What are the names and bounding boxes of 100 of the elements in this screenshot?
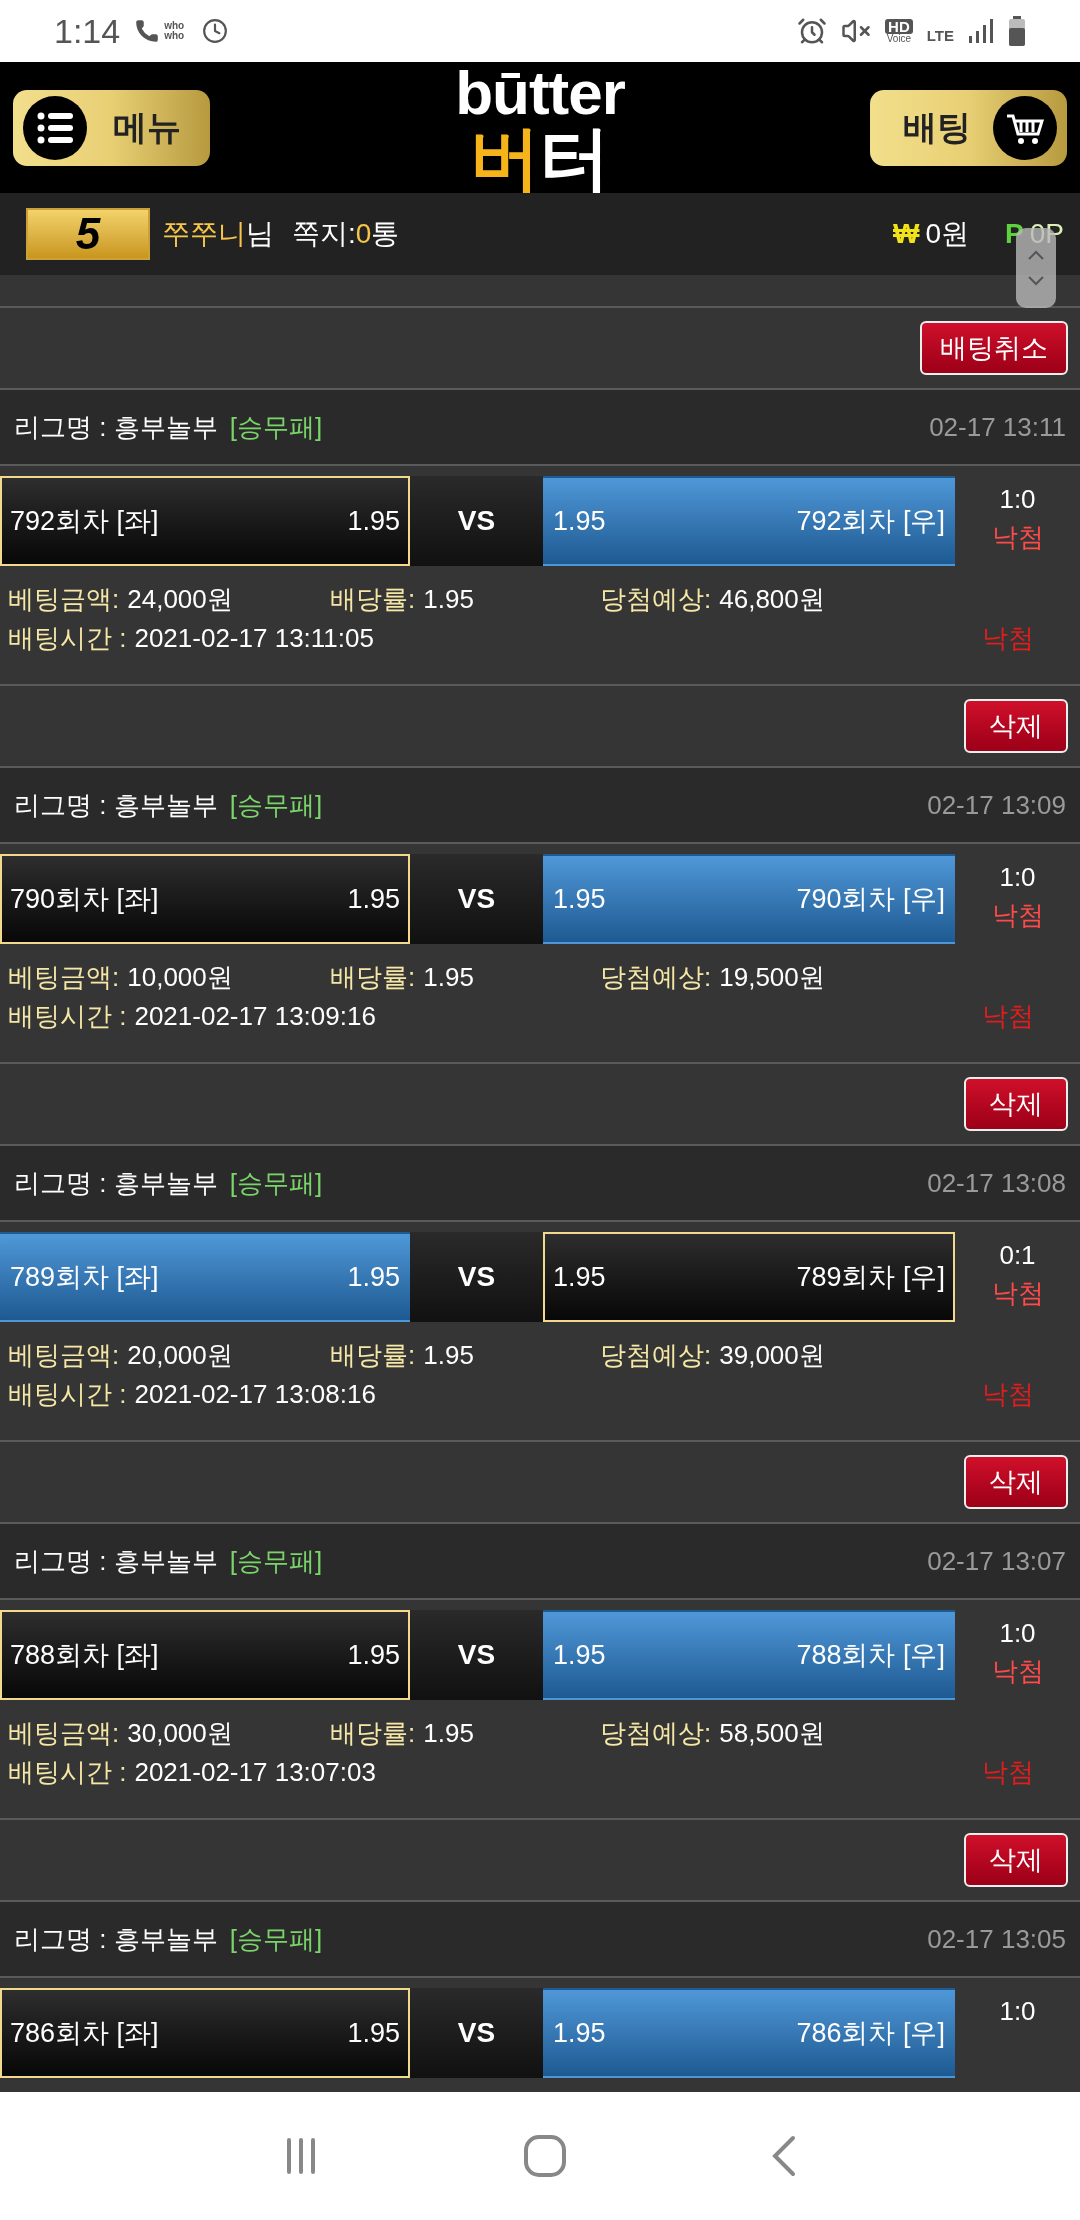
vs-label: VS bbox=[457, 504, 496, 538]
market-type: [승무패] bbox=[229, 410, 323, 444]
team-name: 792회차 [우] bbox=[796, 504, 945, 538]
chevron-up-icon bbox=[1026, 249, 1046, 261]
logo-korean-right: 터 bbox=[540, 122, 610, 193]
team-option[interactable]: 786회차 [좌] 1.95 bbox=[0, 1988, 410, 2078]
bet-result: 낙첨 bbox=[982, 1378, 1034, 1411]
bet-result: 낙첨 bbox=[982, 622, 1034, 655]
rate-value: 1.95 bbox=[423, 1339, 474, 1372]
messages-unit: 통 bbox=[371, 217, 400, 251]
bet-time-value: 2021-02-17 13:11:05 bbox=[134, 622, 374, 655]
rate-value: 1.95 bbox=[423, 583, 474, 616]
expected-label: 당첨예상: bbox=[600, 1339, 712, 1372]
vs-label: VS bbox=[457, 1638, 496, 1672]
team-option[interactable]: 788회차 [좌] 1.95 bbox=[0, 1610, 410, 1700]
team-name: 788회차 [좌] bbox=[10, 1638, 159, 1672]
bet-time-label: 배팅시간 : bbox=[8, 622, 127, 655]
alarm-icon bbox=[797, 16, 828, 46]
bet-time-value: 2021-02-17 13:08:16 bbox=[134, 1378, 376, 1411]
odds-value: 1.95 bbox=[553, 504, 606, 538]
team-option[interactable]: 792회차 [좌] 1.95 bbox=[0, 476, 410, 566]
odds-value: 1.95 bbox=[347, 882, 400, 916]
odds-value: 1.95 bbox=[553, 882, 606, 916]
team-option[interactable]: 789회차 [좌] 1.95 bbox=[0, 1232, 410, 1322]
signal-icon bbox=[968, 18, 994, 44]
team-option[interactable]: 1.95 792회차 [우] bbox=[543, 476, 955, 566]
odds-value: 1.95 bbox=[347, 2016, 400, 2050]
odds-value: 1.95 bbox=[347, 1260, 400, 1294]
market-type: [승무패] bbox=[229, 1544, 323, 1578]
score-result: 낙첨 bbox=[991, 1655, 1044, 1688]
market-type: [승무패] bbox=[229, 1166, 323, 1200]
clock-time: 1:14 bbox=[54, 10, 121, 52]
score: 1:0 bbox=[999, 483, 1036, 516]
rate-label: 배당률: bbox=[330, 961, 416, 994]
market-type: [승무패] bbox=[229, 788, 323, 822]
messages-label: 쪽지: bbox=[292, 217, 356, 251]
expected-label: 당첨예상: bbox=[600, 583, 712, 616]
amount-value: 30,000원 bbox=[127, 1717, 233, 1750]
vs-label: VS bbox=[457, 882, 496, 916]
rate-value: 1.95 bbox=[423, 1717, 474, 1750]
delete-button[interactable]: 삭제 bbox=[964, 1833, 1068, 1887]
team-option[interactable]: 1.95 790회차 [우] bbox=[543, 854, 955, 944]
expected-value: 58,500원 bbox=[719, 1717, 825, 1750]
honorific: 님 bbox=[246, 217, 274, 251]
call-app-label: who who bbox=[164, 21, 186, 41]
score: 1:0 bbox=[999, 861, 1036, 894]
expected-value: 46,800원 bbox=[719, 583, 825, 616]
amount-label: 베팅금액: bbox=[8, 1717, 120, 1750]
league-name: 리그명 : 흥부놀부 bbox=[14, 1544, 218, 1578]
team-name: 790회차 [우] bbox=[796, 882, 945, 916]
expected-value: 39,000원 bbox=[719, 1339, 825, 1372]
score: 1:0 bbox=[999, 1995, 1036, 2028]
match-time: 02-17 13:08 bbox=[927, 1166, 1066, 1200]
logo-korean-left: 버 bbox=[470, 122, 540, 193]
team-name: 789회차 [우] bbox=[796, 1260, 945, 1294]
hd-label: HD bbox=[885, 18, 913, 34]
rate-label: 배당률: bbox=[330, 1339, 416, 1372]
menu-button[interactable]: 메뉴 bbox=[13, 89, 210, 166]
network-label: LTE bbox=[926, 28, 954, 43]
bet-cart-button[interactable]: 배팅 bbox=[870, 89, 1067, 166]
delete-button[interactable]: 삭제 bbox=[964, 1455, 1068, 1509]
team-option[interactable]: 1.95 789회차 [우] bbox=[543, 1232, 955, 1322]
bet-time-value: 2021-02-17 13:09:16 bbox=[134, 1000, 376, 1033]
battery-icon bbox=[1008, 16, 1026, 46]
league-name: 리그명 : 흥부놀부 bbox=[14, 1922, 218, 1956]
rate-label: 배당률: bbox=[330, 1717, 416, 1750]
match-time: 02-17 13:05 bbox=[927, 1922, 1066, 1956]
team-name: 788회차 [우] bbox=[796, 1638, 945, 1672]
home-icon[interactable] bbox=[523, 2134, 567, 2178]
odds-value: 1.95 bbox=[347, 1638, 400, 1672]
username: 쭈쭈니 bbox=[162, 217, 246, 251]
phone-icon bbox=[134, 18, 161, 44]
team-option[interactable]: 1.95 786회차 [우] bbox=[543, 1988, 955, 2078]
bet-result: 낙첨 bbox=[982, 1756, 1034, 1789]
amount-label: 베팅금액: bbox=[8, 961, 120, 994]
odds-value: 1.95 bbox=[553, 1260, 606, 1294]
team-name: 790회차 [좌] bbox=[10, 882, 159, 916]
bet-time-label: 배팅시간 : bbox=[8, 1378, 127, 1411]
league-name: 리그명 : 흥부놀부 bbox=[14, 410, 218, 444]
delete-button[interactable]: 삭제 bbox=[964, 699, 1068, 753]
chevron-down-icon bbox=[1026, 275, 1046, 287]
score-result: 낙첨 bbox=[991, 1277, 1044, 1310]
score-result: 낙첨 bbox=[991, 521, 1044, 554]
team-option[interactable]: 1.95 788회차 [우] bbox=[543, 1610, 955, 1700]
rate-label: 배당률: bbox=[330, 583, 416, 616]
team-option[interactable]: 790회차 [좌] 1.95 bbox=[0, 854, 410, 944]
match-time: 02-17 13:09 bbox=[927, 788, 1066, 822]
amount-value: 20,000원 bbox=[127, 1339, 233, 1372]
cart-icon bbox=[993, 95, 1057, 160]
amount-value: 10,000원 bbox=[127, 961, 233, 994]
bet-time-value: 2021-02-17 13:07:03 bbox=[134, 1756, 376, 1789]
score: 1:0 bbox=[999, 1617, 1036, 1650]
league-name: 리그명 : 흥부놀부 bbox=[14, 1166, 218, 1200]
delete-button[interactable]: 삭제 bbox=[964, 1077, 1068, 1131]
score-result: 낙첨 bbox=[991, 899, 1044, 932]
cancel-bet-button[interactable]: 배팅취소 bbox=[920, 321, 1068, 375]
money-amount: 0원 bbox=[925, 217, 970, 251]
expected-label: 당첨예상: bbox=[600, 1717, 712, 1750]
team-name: 786회차 [좌] bbox=[10, 2016, 159, 2050]
bet-time-label: 배팅시간 : bbox=[8, 1756, 127, 1789]
